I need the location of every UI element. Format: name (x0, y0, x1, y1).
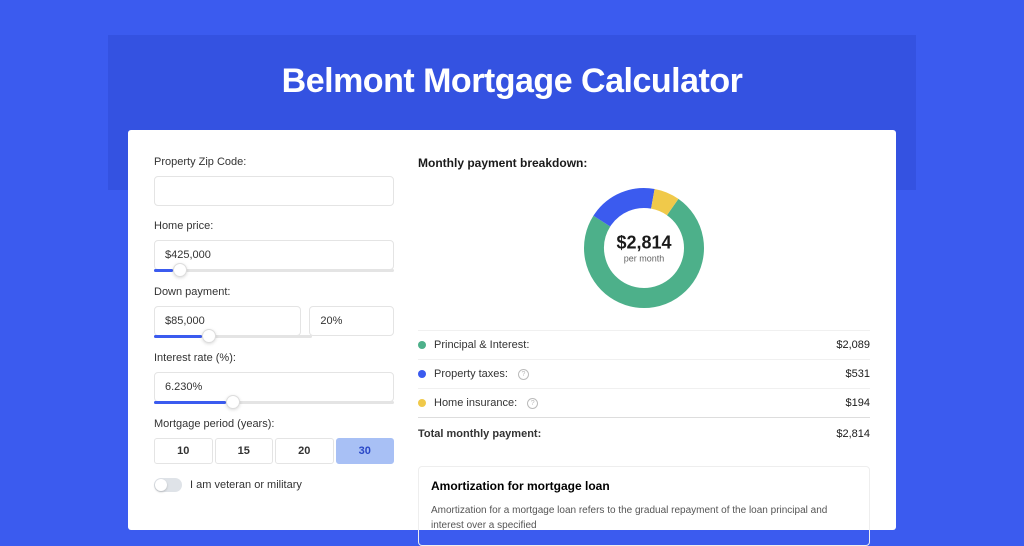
veteran-toggle[interactable] (154, 478, 182, 492)
donut-amount: $2,814 (616, 233, 671, 254)
price-slider[interactable] (154, 269, 394, 272)
zip-label: Property Zip Code: (154, 156, 394, 168)
period-btn-30[interactable]: 30 (336, 438, 395, 464)
price-slider-thumb[interactable] (173, 263, 187, 277)
amortization-text: Amortization for a mortgage loan refers … (431, 503, 857, 533)
donut-sub: per month (616, 254, 671, 264)
zip-field-group: Property Zip Code: (154, 156, 394, 206)
price-field-group: Home price: (154, 220, 394, 272)
zip-input[interactable] (154, 176, 394, 206)
info-icon[interactable]: ? (527, 398, 538, 409)
down-slider[interactable] (154, 335, 312, 338)
legend-taxes-label: Property taxes: (434, 368, 508, 380)
price-label: Home price: (154, 220, 394, 232)
period-btn-10[interactable]: 10 (154, 438, 213, 464)
rate-input[interactable] (154, 372, 394, 402)
rate-slider-thumb[interactable] (226, 395, 240, 409)
legend-insurance: Home insurance: ? $194 (418, 388, 870, 417)
period-label: Mortgage period (years): (154, 418, 394, 430)
dot-green-icon (418, 341, 426, 349)
legend-total-value: $2,814 (836, 428, 870, 440)
legend-insurance-label: Home insurance: (434, 397, 517, 409)
breakdown-heading: Monthly payment breakdown: (418, 156, 870, 170)
form-column: Property Zip Code: Home price: Down paym… (154, 156, 394, 530)
legend-principal-value: $2,089 (836, 339, 870, 351)
legend-total-label: Total monthly payment: (418, 428, 541, 440)
down-amount-input[interactable] (154, 306, 301, 336)
legend-taxes-value: $531 (846, 368, 870, 380)
period-btn-15[interactable]: 15 (215, 438, 274, 464)
rate-label: Interest rate (%): (154, 352, 394, 364)
rate-slider-fill (154, 401, 226, 404)
donut-chart-row: $2,814 per month (418, 186, 870, 310)
down-pct-input[interactable] (309, 306, 394, 336)
veteran-label: I am veteran or military (190, 479, 302, 491)
legend-principal-label: Principal & Interest: (434, 339, 529, 351)
period-btn-20[interactable]: 20 (275, 438, 334, 464)
page-title: Belmont Mortgage Calculator (0, 62, 1024, 101)
dot-blue-icon (418, 370, 426, 378)
dot-yellow-icon (418, 399, 426, 407)
amortization-title: Amortization for mortgage loan (431, 479, 857, 493)
donut-chart: $2,814 per month (582, 186, 706, 310)
breakdown-column: Monthly payment breakdown: $2,814 per mo… (418, 156, 870, 530)
legend-taxes: Property taxes: ? $531 (418, 359, 870, 388)
donut-center: $2,814 per month (616, 233, 671, 264)
info-icon[interactable]: ? (518, 369, 529, 380)
veteran-row: I am veteran or military (154, 478, 394, 492)
price-input[interactable] (154, 240, 394, 270)
period-buttons: 10 15 20 30 (154, 438, 394, 464)
legend-principal: Principal & Interest: $2,089 (418, 330, 870, 359)
rate-slider[interactable] (154, 401, 394, 404)
amortization-box: Amortization for mortgage loan Amortizat… (418, 466, 870, 546)
down-label: Down payment: (154, 286, 394, 298)
rate-field-group: Interest rate (%): (154, 352, 394, 404)
legend-total: Total monthly payment: $2,814 (418, 417, 870, 448)
down-field-group: Down payment: (154, 286, 394, 338)
down-slider-thumb[interactable] (202, 329, 216, 343)
down-slider-fill (154, 335, 202, 338)
period-field-group: Mortgage period (years): 10 15 20 30 (154, 418, 394, 464)
price-slider-fill (154, 269, 173, 272)
legend-insurance-value: $194 (846, 397, 870, 409)
calculator-card: Property Zip Code: Home price: Down paym… (128, 130, 896, 530)
